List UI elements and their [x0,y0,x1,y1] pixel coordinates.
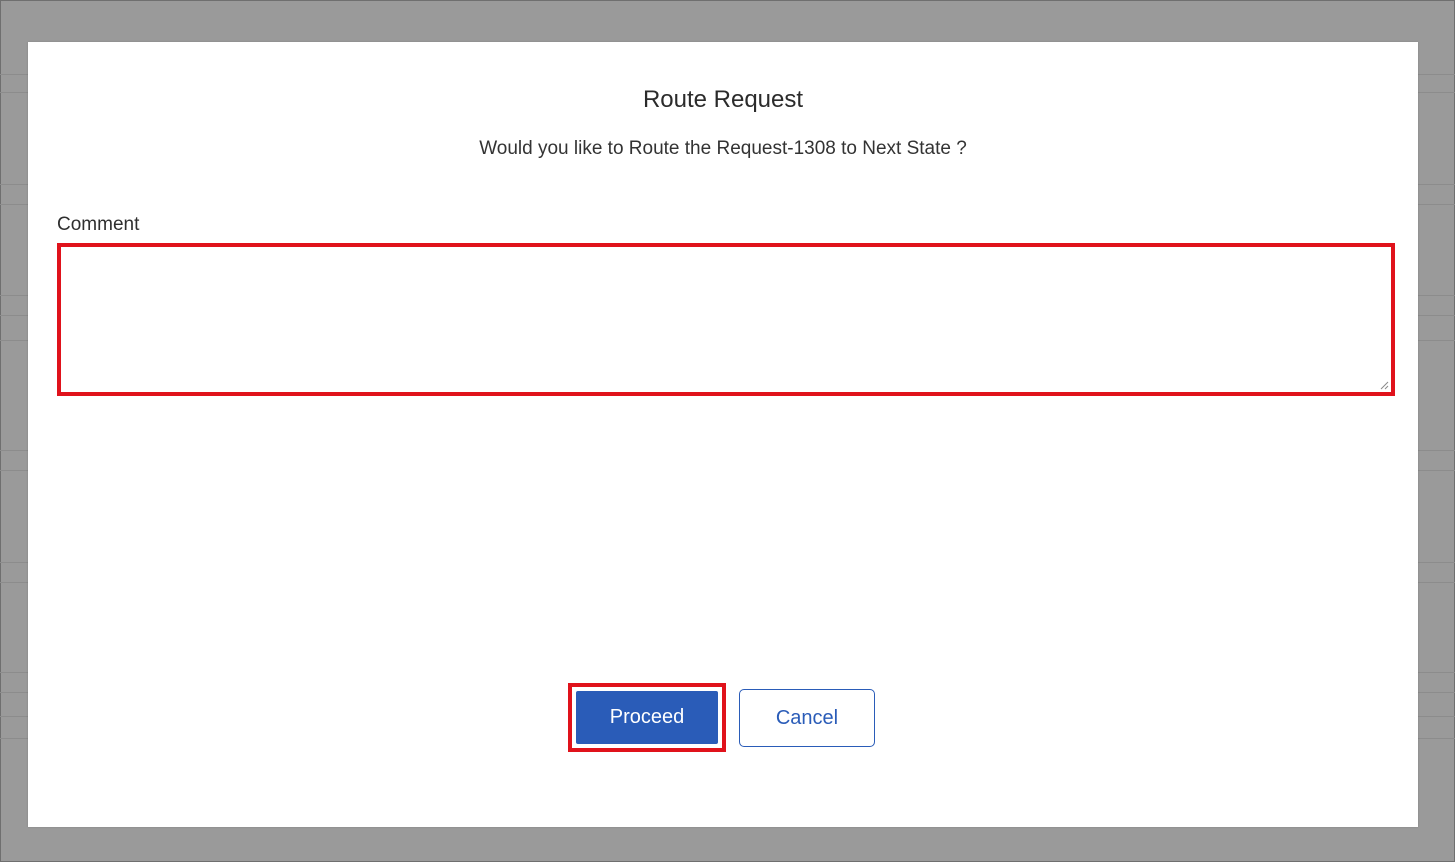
dialog-title: Route Request [642,86,804,113]
dialog-question: Would you like to Route the Request-1308… [479,138,967,159]
comment-input[interactable] [61,247,1391,392]
cancel-button[interactable]: Cancel [739,689,875,747]
comment-field-highlight [57,243,1395,396]
proceed-button[interactable]: Proceed [576,691,718,744]
comment-label: Comment [57,214,140,235]
route-request-dialog: Route Request Would you like to Route th… [28,42,1418,827]
proceed-button-highlight: Proceed [568,683,726,752]
resize-handle-icon[interactable] [1379,380,1389,390]
